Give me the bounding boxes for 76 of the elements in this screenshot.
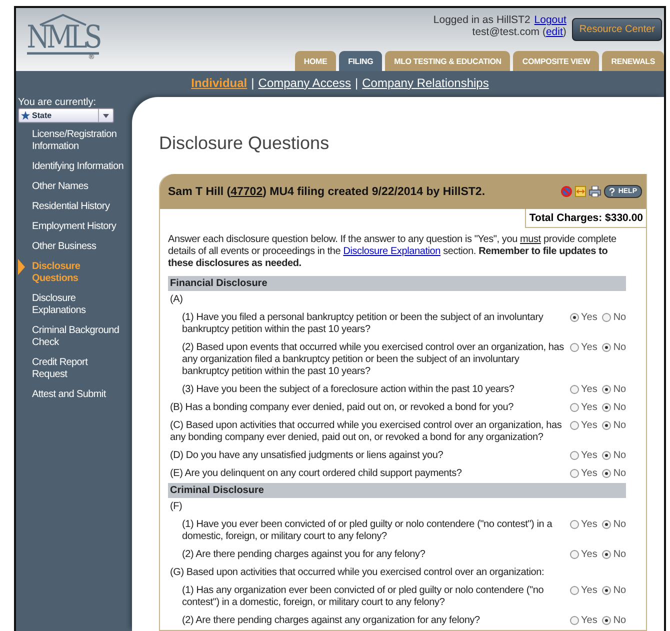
- compare-icon[interactable]: [575, 186, 586, 197]
- answer-radio[interactable]: Yes: [570, 468, 598, 479]
- answer-radio[interactable]: No: [602, 615, 626, 626]
- question-text: (C) Based upon activities that occurred while you exercised control over an organization, has any bonding company ever denied, paid out on, or revoked a bond for any organization?: [170, 420, 563, 444]
- logo-text: NMLS: [26, 23, 100, 55]
- link-separator: |: [355, 76, 358, 90]
- group-label: (G) Based upon activities that occurred while you exercised control over an organization:: [170, 567, 546, 579]
- sidebar-item[interactable]: Identifying Information: [18, 161, 124, 173]
- caret-icon: [103, 114, 109, 118]
- question-text: (1) Have you ever been convicted of or pled guilty or nolo contendere ("no contest") in a domestic, foreign, or military court to any felony?: [182, 519, 554, 543]
- section-heading: Criminal Disclosure: [168, 483, 626, 498]
- page-title: Disclosure Questions: [159, 133, 330, 154]
- answer-radio[interactable]: Yes: [570, 384, 598, 395]
- answer-radio[interactable]: No: [602, 468, 626, 479]
- total-charges: Total Charges: $330.00: [525, 209, 646, 228]
- question-text: (B) Has a bonding company ever denied, paid out on, or revoked a bond for you?: [170, 402, 515, 414]
- question-text: (1) Have you filed a personal bankruptcy petition or been the subject of an involuntary bankruptcy petition within the past 10 years?: [182, 312, 544, 336]
- question-icon: [609, 188, 618, 196]
- sidebar-item[interactable]: Disclosure Explanations: [18, 293, 124, 317]
- sidebar-item[interactable]: Criminal Background Check: [18, 325, 124, 349]
- sub-nav-link[interactable]: Company Access: [258, 76, 351, 90]
- answer-radio[interactable]: Yes: [570, 549, 598, 560]
- answer-radio[interactable]: Yes: [570, 615, 598, 626]
- role-select[interactable]: State: [18, 108, 114, 123]
- filing-id-link[interactable]: 47702: [230, 186, 263, 198]
- no-entry-icon[interactable]: [561, 186, 572, 197]
- question-text: (E) Are you delinquent on any court ordered child support payments?: [170, 468, 463, 480]
- question-text: (3) Have you been the subject of a foreclosure action within the past 10 years?: [182, 384, 516, 396]
- link-separator: |: [251, 76, 254, 90]
- answer-radio[interactable]: No: [602, 384, 626, 395]
- question-text: (2) Based upon events that occurred while you exercised control over an organization, has any organization filed a bankruptcy petition or been the subject of an involuntary bankruptcy petition within the past 10 years?: [182, 342, 564, 378]
- answer-radio[interactable]: Yes: [570, 519, 598, 530]
- sidebar-item[interactable]: Other Names: [18, 181, 124, 193]
- answer-radio[interactable]: No: [602, 312, 626, 323]
- answer-radio[interactable]: No: [602, 342, 626, 353]
- answer-radio[interactable]: No: [602, 549, 626, 560]
- house-roof-icon: [39, 14, 87, 26]
- sidebar-item[interactable]: Other Business: [18, 241, 124, 253]
- answer-radio[interactable]: Yes: [570, 585, 598, 596]
- star-icon: [21, 111, 30, 120]
- question-text: (2) Are there pending charges against you for any felony?: [182, 549, 426, 561]
- section-heading: Financial Disclosure: [168, 276, 626, 291]
- paren-text: ): [562, 26, 566, 38]
- instructions-paragraph: Answer each disclosure question below. If the answer to any question is "Yes", you must provide complete details of all events or proceedings in the Disclosure Explanation section. Remember to file updates to these disclosures as needed.: [168, 234, 618, 270]
- group-label: (F): [170, 501, 184, 513]
- logout-link[interactable]: Logout: [534, 14, 566, 26]
- printer-icon[interactable]: [589, 186, 602, 197]
- answer-radio[interactable]: Yes: [570, 450, 598, 461]
- sidebar-item[interactable]: License/Registration Information: [18, 129, 124, 153]
- nav-tab[interactable]: FILING: [339, 51, 382, 72]
- current-role-caption: You are currently:: [18, 97, 98, 108]
- question-text: (D) Do you have any unsatisfied judgments or liens against you?: [170, 450, 444, 462]
- question-text: (1) Has any organization ever been convicted of or pled guilty or nolo contendere ("no contest") in a domestic, foreign, or military court to any felony?: [182, 585, 545, 609]
- current-arrow-icon: [18, 259, 25, 275]
- answer-radio[interactable]: No: [602, 420, 626, 431]
- logged-in-label: Logged in as HillST2: [433, 14, 530, 26]
- sidebar-item[interactable]: Attest and Submit: [18, 389, 124, 401]
- answer-radio[interactable]: No: [602, 402, 626, 413]
- filing-title: Sam T Hill (47702) MU4 filing created 9/22/2014 by HillST2.: [168, 186, 486, 198]
- resource-center-button[interactable]: Resource Center: [572, 18, 662, 41]
- answer-radio[interactable]: No: [602, 585, 626, 596]
- answer-radio[interactable]: Yes: [570, 342, 598, 353]
- edit-link[interactable]: edit: [546, 26, 563, 38]
- email-text: test@test.com (: [472, 26, 546, 38]
- explanation-link[interactable]: Disclosure Explanation: [343, 246, 441, 257]
- answer-radio[interactable]: No: [602, 519, 626, 530]
- sidebar-item[interactable]: Residential History: [18, 201, 124, 213]
- sidebar-item[interactable]: Employment History: [18, 221, 124, 233]
- sub-nav-link[interactable]: Company Relationships: [362, 76, 489, 90]
- group-label: (A): [170, 294, 184, 306]
- question-text: (2) Are there pending charges against any organization for any felony?: [182, 615, 481, 627]
- answer-radio[interactable]: Yes: [570, 420, 598, 431]
- answer-radio[interactable]: Yes: [570, 312, 598, 323]
- answer-radio[interactable]: No: [602, 450, 626, 461]
- answer-radio[interactable]: Yes: [570, 402, 598, 413]
- sidebar-item[interactable]: Credit Report Request: [18, 357, 124, 381]
